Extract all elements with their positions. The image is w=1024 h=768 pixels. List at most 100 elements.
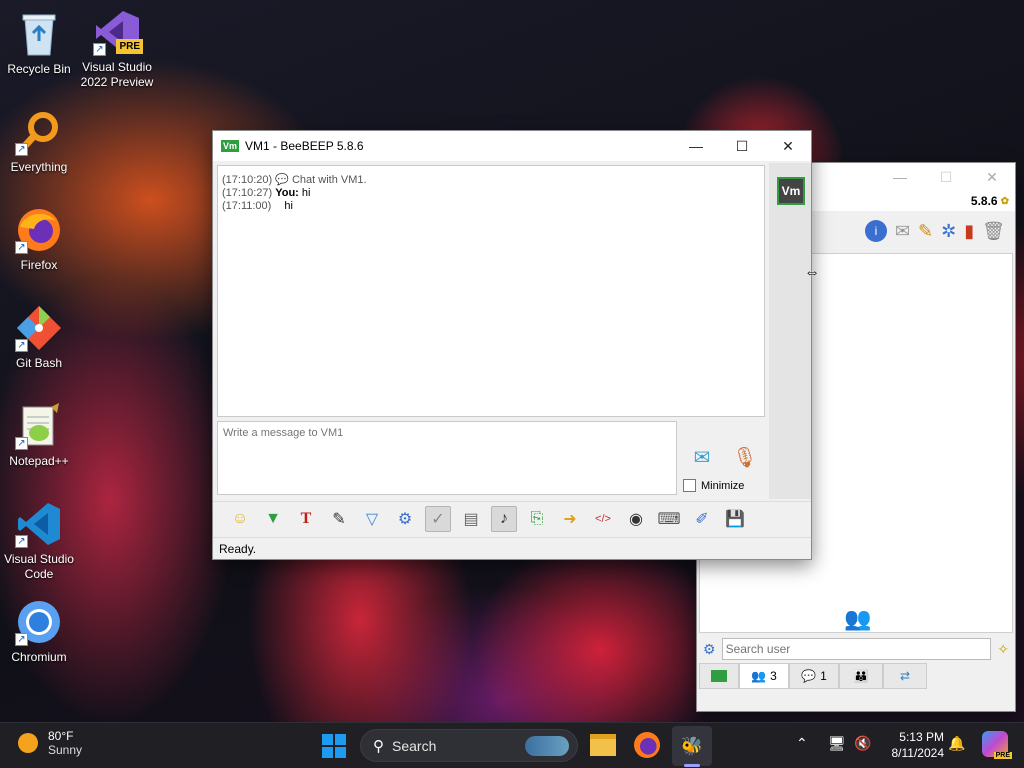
desktop-icon-everything[interactable]: ↗ Everything: [0, 108, 78, 175]
minimize-checkbox[interactable]: [683, 479, 696, 492]
user-avatar[interactable]: Vm: [777, 177, 805, 205]
firefox-taskbar-icon[interactable]: [634, 732, 660, 758]
side-panel: Vm: [769, 163, 811, 499]
desktop-icon-chromium[interactable]: ↗ Chromium: [0, 598, 78, 665]
font-icon[interactable]: T: [293, 506, 319, 532]
shortcut-arrow-icon: ↗: [15, 241, 28, 254]
close-icon[interactable]: ✕: [765, 131, 811, 161]
plugins-icon[interactable]: ▮: [964, 221, 974, 242]
shortcut-arrow-icon: ↗: [93, 43, 106, 56]
chat-window-titlebar[interactable]: Vm VM1 - BeeBEEP 5.8.6 — ☐ ✕: [213, 131, 811, 161]
shortcut-arrow-icon: ↗: [15, 437, 28, 450]
volume-muted-icon[interactable]: 🔇: [854, 735, 871, 752]
chat-toolbar: ☺ ▼ T ✎ ▽ ⚙ ✓ ▤ ♪ ⎘ ➜ </> ◉ ⌨ ✐ 💾: [213, 501, 811, 535]
message-row: (17:11:00) hi: [222, 200, 760, 213]
tab-users[interactable]: 👥 3: [739, 663, 789, 689]
clock[interactable]: 5:13 PM 8/11/2024: [880, 729, 945, 761]
share-icon: ⇄: [899, 669, 911, 683]
maximize-icon[interactable]: ☐: [923, 162, 969, 192]
desktop-icon-recycle-bin[interactable]: Recycle Bin: [0, 10, 78, 77]
tab-home[interactable]: [699, 663, 739, 689]
desktop-icon-label: Everything: [10, 160, 68, 174]
version-label: 5.8.6: [970, 194, 998, 208]
bottom-tabs: 👥 3 💬 1 👪 ⇄: [697, 663, 1015, 689]
search-highlight-icon: [525, 735, 569, 756]
vscode-icon: ↗: [15, 500, 63, 548]
weather-widget[interactable]: 80°F Sunny: [18, 729, 82, 757]
users-icon: 👥: [751, 669, 767, 683]
message-input[interactable]: [217, 421, 677, 495]
network-icon[interactable]: 🖥: [828, 735, 846, 752]
group-icon: 👪: [853, 669, 869, 683]
desktop-icon-label: Firefox: [20, 258, 58, 272]
minimize-label: Minimize: [701, 479, 745, 492]
desktop-icon-firefox[interactable]: ↗ Firefox: [0, 206, 78, 273]
firefox-icon: ↗: [15, 206, 63, 254]
clock-date: 8/11/2024: [891, 746, 945, 760]
search-user-input[interactable]: [721, 638, 992, 660]
settings-gear-icon[interactable]: ⚙: [392, 506, 418, 532]
search-label: Search: [392, 737, 437, 754]
recycle-bin-icon: [15, 10, 63, 58]
network-icon[interactable]: ✲: [941, 221, 956, 242]
desktop-icon-git-bash[interactable]: ↗ Git Bash: [0, 304, 78, 371]
tab-chats[interactable]: 💬 1: [789, 663, 839, 689]
notes-icon[interactable]: ✐: [689, 506, 715, 532]
pre-badge: PRE: [116, 39, 143, 54]
minimize-icon[interactable]: —: [877, 162, 923, 192]
chat-bubble-icon: 💬: [801, 669, 817, 683]
screenshot-icon[interactable]: ◉: [623, 506, 649, 532]
desktop-icon-label: Visual Studio Code: [4, 552, 74, 581]
chat-window[interactable]: Vm VM1 - BeeBEEP 5.8.6 — ☐ ✕ (17:10:20) …: [212, 130, 812, 560]
taskbar-search[interactable]: ⚲ Search: [360, 729, 578, 762]
music-note-icon[interactable]: ♪: [491, 505, 517, 532]
expand-down-icon[interactable]: ▼: [260, 506, 286, 532]
desktop-icon-notepadpp[interactable]: ↗ Notepad++: [0, 402, 78, 469]
tab-groups[interactable]: 👪: [839, 663, 883, 689]
message-author: You:: [275, 187, 299, 199]
status-bar: Ready.: [213, 537, 811, 559]
resize-cursor-icon: ⇔: [804, 264, 820, 281]
message-time: (17:10:20): [222, 174, 273, 186]
send-button[interactable]: ✉: [685, 443, 719, 471]
chevron-up-icon[interactable]: ⌃: [796, 735, 808, 752]
keyboard-icon[interactable]: ⌨: [656, 506, 682, 532]
desktop-icon-visual-studio-preview[interactable]: PRE ↗ Visual Studio 2022 Preview: [78, 8, 156, 90]
maximize-icon[interactable]: ☐: [719, 131, 765, 161]
send-file-icon[interactable]: ➜: [557, 506, 583, 532]
save-chat-icon[interactable]: ⎘: [524, 506, 550, 532]
tab-shares[interactable]: ⇄: [883, 663, 927, 689]
broom-icon[interactable]: ✧: [997, 641, 1009, 658]
info-icon[interactable]: i: [864, 220, 887, 242]
message-time: (17:10:27): [222, 187, 273, 199]
trash-icon[interactable]: 🗑: [982, 221, 1005, 242]
clock-time: 5:13 PM: [899, 730, 944, 744]
history-icon[interactable]: ▤: [458, 506, 484, 532]
active-app-indicator: [684, 764, 700, 767]
emoticon-icon[interactable]: ☺: [227, 506, 253, 532]
gear-icon[interactable]: ⚙: [703, 641, 716, 658]
desktop-icon-label: Visual Studio 2022 Preview: [80, 60, 154, 89]
message-text: Chat with VM1.: [291, 174, 367, 186]
close-icon[interactable]: ✕: [969, 162, 1015, 192]
envelope-icon[interactable]: ✉: [895, 221, 910, 242]
desktop-icon-vscode[interactable]: ↗ Visual Studio Code: [0, 500, 78, 582]
copilot-icon[interactable]: PRE: [982, 731, 1012, 759]
floppy-save-icon[interactable]: 💾: [722, 506, 748, 532]
message-row: (17:10:27) You: hi: [222, 187, 760, 200]
microphone-button[interactable]: 🎙: [731, 443, 759, 471]
filter-icon[interactable]: ▽: [359, 506, 385, 532]
beebeep-taskbar-icon[interactable]: 🐝: [672, 726, 712, 766]
message-text: hi: [284, 200, 293, 212]
file-explorer-icon[interactable]: [590, 734, 616, 756]
weather-condition: Sunny: [48, 743, 83, 757]
start-button[interactable]: [322, 734, 346, 758]
minimize-icon[interactable]: —: [673, 131, 719, 161]
status-text: Ready.: [219, 541, 257, 556]
spellcheck-icon[interactable]: ✓: [425, 505, 451, 532]
tab-count: 3: [770, 669, 777, 683]
html-icon[interactable]: </>: [590, 506, 616, 532]
color-pen-icon[interactable]: ✎: [326, 506, 352, 532]
notification-bell-icon[interactable]: 🔔: [948, 735, 965, 752]
edit-icon[interactable]: ✎: [918, 221, 933, 242]
